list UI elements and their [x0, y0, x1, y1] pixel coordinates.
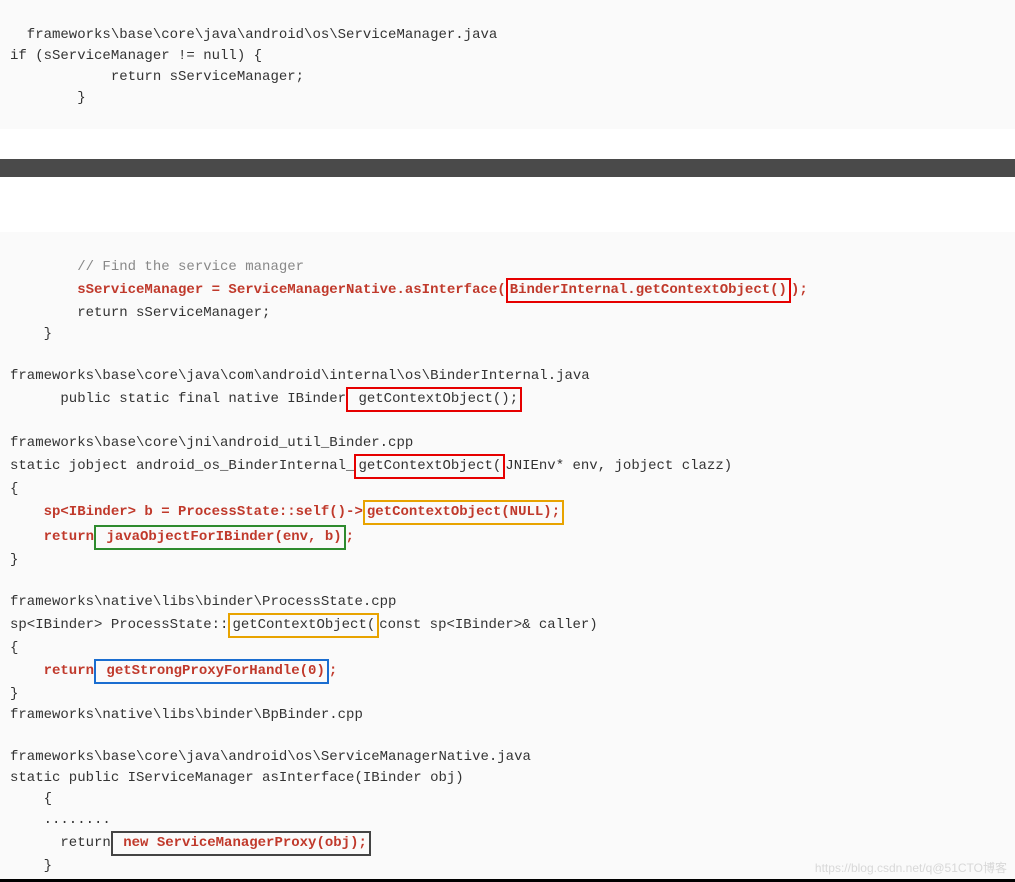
watermark-left: https://blog.csdn.net/q [815, 861, 932, 875]
code-block-2: // Find the service manager sServiceMana… [0, 232, 1015, 882]
code-line: } [10, 550, 1005, 571]
code-line: frameworks\base\core\java\android\os\Ser… [10, 747, 1005, 768]
code-line: sp<IBinder> ProcessState::getContextObje… [10, 613, 1005, 638]
code-text: sp<IBinder> b = ProcessState::self()-> [10, 504, 363, 520]
code-line: { [10, 638, 1005, 659]
code-line: frameworks\base\core\java\com\android\in… [10, 366, 1005, 387]
code-line: frameworks\base\core\java\android\os\Ser… [10, 25, 1005, 46]
highlight-orange: getContextObject(NULL); [363, 500, 564, 525]
divider-bar [0, 159, 1015, 177]
code-text: JNIEnv* env, jobject clazz) [505, 458, 732, 474]
code-line: static jobject android_os_BinderInternal… [10, 454, 1005, 479]
code-text: sp<IBinder> ProcessState:: [10, 617, 228, 633]
code-line: { [10, 479, 1005, 500]
code-line: } [10, 88, 1005, 109]
blank-line [10, 726, 1005, 747]
highlight-blue: getStrongProxyForHandle(0) [94, 659, 329, 684]
code-text: sServiceManager = ServiceManagerNative.a… [10, 282, 506, 298]
code-text: return [10, 835, 111, 851]
code-line: frameworks\native\libs\binder\ProcessSta… [10, 592, 1005, 613]
code-text: static jobject android_os_BinderInternal… [10, 458, 354, 474]
code-text: return [10, 663, 94, 679]
highlight-red: getContextObject(); [346, 387, 522, 412]
code-line: { [10, 789, 1005, 810]
code-text: ; [346, 529, 354, 545]
highlight-gray: new ServiceManagerProxy(obj); [111, 831, 371, 856]
code-line: public static final native IBinder getCo… [10, 387, 1005, 412]
watermark-right: @51CTO博客 [932, 861, 1007, 875]
code-line: static public IServiceManager asInterfac… [10, 768, 1005, 789]
code-comment: // Find the service manager [10, 257, 1005, 278]
code-text: public static final native IBinder [10, 391, 346, 407]
blank-line [10, 571, 1005, 592]
code-line: sServiceManager = ServiceManagerNative.a… [10, 278, 1005, 303]
code-line: frameworks\native\libs\binder\BpBinder.c… [10, 705, 1005, 726]
highlight-red: getContextObject( [354, 454, 505, 479]
code-text: return [10, 529, 94, 545]
code-line: return getStrongProxyForHandle(0); [10, 659, 1005, 684]
code-line: sp<IBinder> b = ProcessState::self()->ge… [10, 500, 1005, 525]
code-line: return sServiceManager; [10, 303, 1005, 324]
blank-line [10, 412, 1005, 433]
code-line: } [10, 684, 1005, 705]
highlight-orange: getContextObject( [228, 613, 379, 638]
watermark: https://blog.csdn.net/q@51CTO博客 [815, 859, 1007, 877]
code-text: ); [791, 282, 808, 298]
highlight-green: javaObjectForIBinder(env, b) [94, 525, 346, 550]
code-line: if (sServiceManager != null) { [10, 46, 1005, 67]
code-line: return javaObjectForIBinder(env, b); [10, 525, 1005, 550]
code-block-1: frameworks\base\core\java\android\os\Ser… [0, 0, 1015, 129]
blank-line [10, 345, 1005, 366]
code-line: return sServiceManager; [10, 67, 1005, 88]
code-text: ; [329, 663, 337, 679]
code-line: } [10, 324, 1005, 345]
code-line: ........ [10, 810, 1005, 831]
code-line: frameworks\base\core\jni\android_util_Bi… [10, 433, 1005, 454]
highlight-red: BinderInternal.getContextObject() [506, 278, 791, 303]
code-text: const sp<IBinder>& caller) [379, 617, 597, 633]
code-line: return new ServiceManagerProxy(obj); [10, 831, 1005, 856]
